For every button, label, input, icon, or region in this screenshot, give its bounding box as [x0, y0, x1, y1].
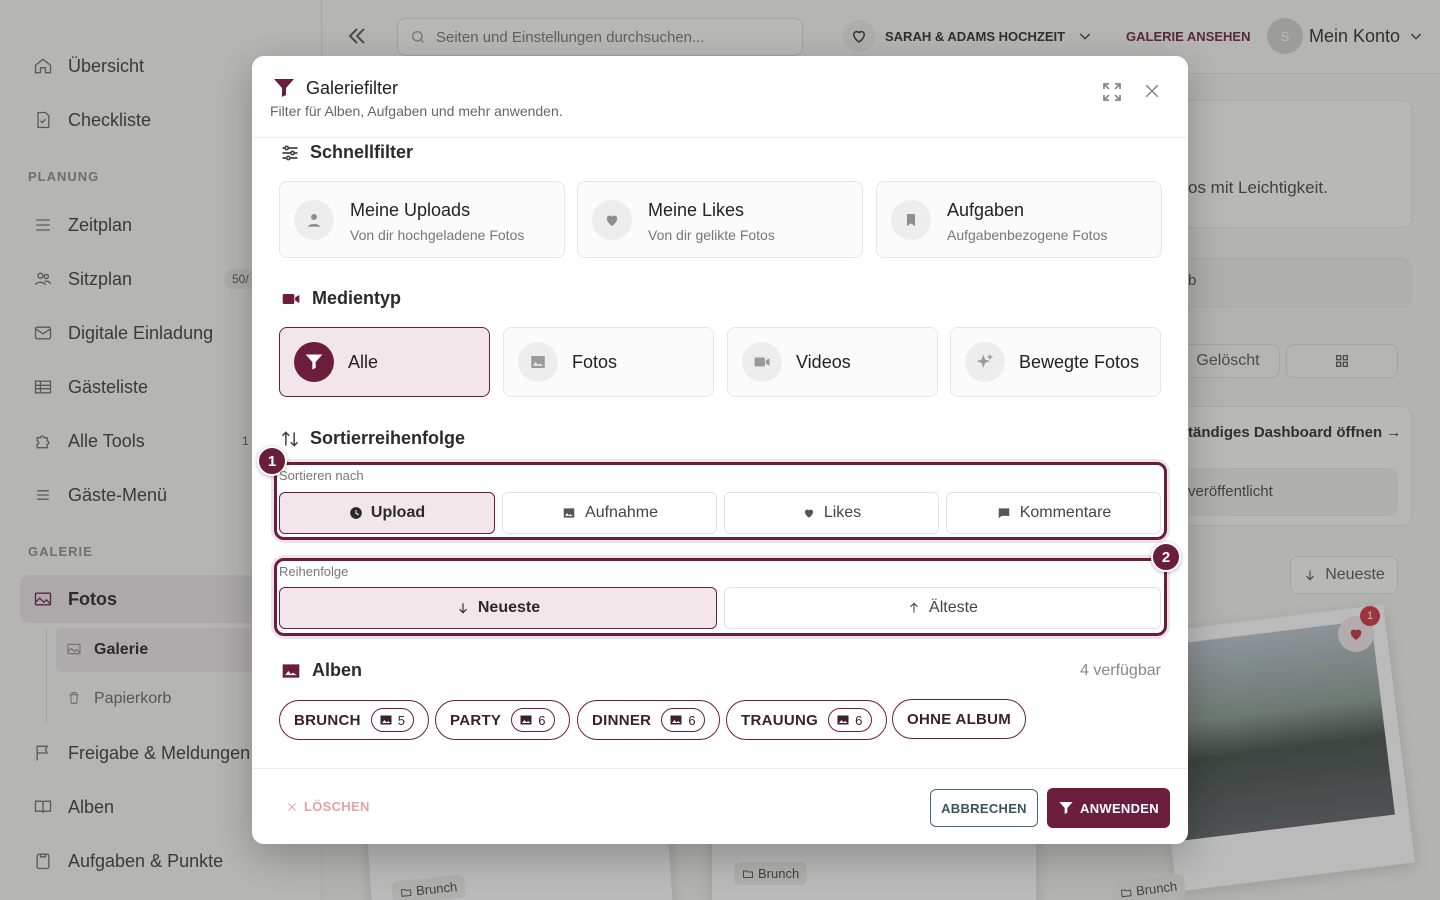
expand-button[interactable]: [1100, 80, 1124, 109]
mediatype-label: Bewegte Fotos: [1019, 351, 1140, 372]
apply-label: ANWENDEN: [1080, 800, 1159, 816]
arrow-down-icon: [458, 603, 467, 614]
album-count-badge: 5: [370, 708, 415, 732]
album-chip-label: TRAUUNG: [741, 711, 819, 729]
order-newest[interactable]: Neueste: [279, 587, 717, 629]
expand-icon: [1103, 83, 1121, 101]
video-camera-icon: [282, 293, 300, 304]
album-chip-party[interactable]: PARTY 6: [435, 700, 570, 740]
image-icon: [520, 715, 532, 725]
highlight-badge-2: 2: [1151, 542, 1181, 572]
sort-option-label: Kommentare: [1019, 504, 1112, 521]
gallery-filter-dialog: Galeriefilter Filter für Alben, Aufgaben…: [252, 56, 1188, 844]
sort-by-capture[interactable]: Aufnahme: [502, 492, 717, 534]
section-title: Sortierreihenfolge: [310, 428, 466, 448]
album-count-badge: 6: [511, 708, 555, 732]
image-icon: [282, 663, 300, 678]
video-camera-icon: [742, 342, 782, 382]
section-title: Schnellfilter: [310, 142, 414, 162]
quickfilter-desc: Von dir hochgeladene Fotos: [350, 227, 525, 243]
clear-label: LÖSCHEN: [304, 799, 370, 814]
album-chip-label: PARTY: [450, 711, 502, 729]
sort-by-likes[interactable]: Likes: [724, 492, 939, 534]
image-icon: [670, 715, 682, 725]
funnel-icon: [272, 76, 296, 105]
album-chip-label: BRUNCH: [294, 711, 361, 729]
image-icon: [518, 342, 558, 382]
sliders-icon: [282, 145, 298, 160]
album-chip-label: OHNE ALBUM: [907, 710, 1012, 728]
sort-option-label: Aufnahme: [585, 504, 658, 521]
mediatype-label: Videos: [796, 351, 851, 372]
funnel-icon: [294, 342, 334, 382]
album-count: 5: [397, 712, 406, 728]
comment-icon: [998, 508, 1009, 519]
close-icon: [288, 802, 296, 811]
heart-icon: [592, 200, 632, 240]
quickfilter-my-likes[interactable]: Meine Likes Von dir gelikte Fotos: [577, 181, 863, 258]
sort-arrows-icon: [281, 430, 299, 447]
album-count-badge: 6: [661, 708, 705, 732]
dialog-title: Galeriefilter: [306, 78, 399, 98]
close-icon: [1145, 84, 1159, 98]
sort-by-comments[interactable]: Kommentare: [946, 492, 1161, 534]
mediatype-label: Fotos: [572, 351, 618, 372]
mediatype-photos[interactable]: Fotos: [503, 327, 714, 397]
image-icon: [837, 715, 849, 725]
section-title: Alben: [312, 660, 363, 680]
section-albums: Alben: [280, 660, 362, 681]
mediatype-motion-photos[interactable]: Bewegte Fotos: [950, 327, 1161, 397]
album-count: 6: [855, 712, 863, 728]
mediatype-label: Alle: [348, 351, 379, 372]
user-icon: [294, 200, 334, 240]
funnel-icon: [1059, 802, 1073, 814]
dialog-header: Galeriefilter Filter für Alben, Aufgaben…: [252, 56, 1188, 138]
order-oldest[interactable]: Älteste: [724, 587, 1161, 629]
sort-by-label: Sortieren nach: [279, 468, 364, 483]
cancel-button[interactable]: ABBRECHEN: [930, 789, 1038, 827]
sparkles-icon: [965, 342, 1005, 382]
quickfilter-desc: Aufgabenbezogene Fotos: [947, 227, 1108, 243]
quickfilter-title: Meine Likes: [648, 200, 745, 220]
order-option-label: Neueste: [477, 599, 541, 616]
sort-by-upload[interactable]: Upload: [279, 492, 495, 534]
quickfilter-desc: Von dir gelikte Fotos: [648, 227, 775, 243]
order-option-label: Älteste: [929, 599, 978, 616]
bookmark-icon: [891, 200, 931, 240]
mediatype-all[interactable]: Alle: [279, 327, 490, 397]
album-count: 6: [538, 712, 546, 728]
quickfilter-tasks[interactable]: Aufgaben Aufgabenbezogene Fotos: [876, 181, 1162, 258]
section-quickfilter: Schnellfilter: [280, 142, 413, 163]
clear-button[interactable]: LÖSCHEN: [286, 799, 370, 814]
close-button[interactable]: [1142, 81, 1162, 106]
arrow-up-icon: [910, 602, 918, 613]
albums-available-count: 4 verfügbar: [1080, 662, 1161, 679]
album-count: 6: [688, 712, 696, 728]
mediatype-videos[interactable]: Videos: [727, 327, 938, 397]
section-mediatype: Medientyp: [280, 288, 401, 309]
heart-icon: [804, 509, 813, 518]
section-title: Medientyp: [312, 288, 402, 308]
album-chip-label: DINNER: [592, 711, 652, 729]
dialog-subtitle: Filter für Alben, Aufgaben und mehr anwe…: [270, 103, 563, 119]
quickfilter-title: Meine Uploads: [350, 200, 471, 220]
image-icon: [563, 508, 575, 518]
section-sortorder: Sortierreihenfolge: [280, 428, 465, 449]
album-chip-brunch[interactable]: BRUNCH 5: [279, 700, 430, 740]
sort-option-label: Upload: [370, 504, 426, 521]
quickfilter-my-uploads[interactable]: Meine Uploads Von dir hochgeladene Fotos: [279, 181, 565, 258]
album-chip-dinner[interactable]: DINNER 6: [577, 700, 720, 740]
apply-button[interactable]: ANWENDEN: [1047, 788, 1170, 828]
album-chip-trauung[interactable]: TRAUUNG 6: [726, 700, 887, 740]
quickfilter-title: Aufgaben: [947, 200, 1025, 220]
album-count-badge: 6: [828, 708, 872, 732]
album-chip-no-album[interactable]: OHNE ALBUM: [892, 699, 1027, 739]
image-icon: [380, 715, 392, 725]
order-label: Reihenfolge: [279, 564, 349, 579]
clock-icon: [350, 507, 362, 519]
sort-option-label: Likes: [823, 504, 862, 521]
dialog-footer: LÖSCHEN ABBRECHEN ANWENDEN: [252, 768, 1188, 844]
